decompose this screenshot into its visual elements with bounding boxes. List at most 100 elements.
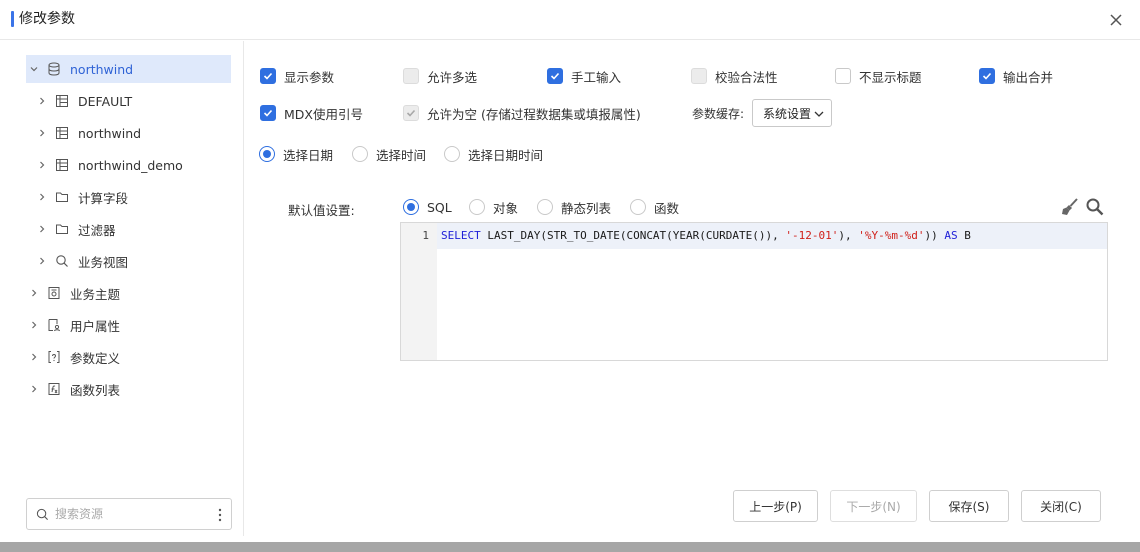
modify-parameter-dialog: 修改参数 northwind DEFAULT northwind northwi… <box>0 0 1140 542</box>
checkbox-checked-icon <box>260 68 276 84</box>
resource-tree-panel: northwind DEFAULT northwind northwind_de… <box>0 41 244 536</box>
checkbox-disabled-icon <box>691 68 707 84</box>
allow-empty-checkbox[interactable]: 允许为空 (存储过程数据集或填报属性) <box>403 103 641 123</box>
default-value-radio-object[interactable]: 对象 <box>469 197 518 217</box>
chevron-right-icon[interactable] <box>28 319 40 331</box>
hide-title-checkbox[interactable]: 不显示标题 <box>835 66 922 86</box>
chevron-right-icon[interactable] <box>28 287 40 299</box>
tree-item-label: 用户属性 <box>70 318 121 334</box>
chevron-down-icon[interactable] <box>28 63 40 75</box>
chevron-right-icon[interactable] <box>36 191 48 203</box>
tree-item-default[interactable]: DEFAULT <box>36 87 132 115</box>
default-value-option-label: 静态列表 <box>561 200 612 216</box>
chevron-right-icon[interactable] <box>36 127 48 139</box>
default-value-label: 默认值设置: <box>288 203 355 218</box>
tree-item-business-topics[interactable]: 业务主题 <box>28 279 120 307</box>
prev-step-button[interactable]: 上一步(P) <box>733 490 818 522</box>
date-mode-radio-time[interactable]: 选择时间 <box>352 144 426 164</box>
function-list-icon <box>46 381 62 397</box>
chevron-down-icon <box>814 111 824 117</box>
radio-unchecked-icon <box>444 146 460 162</box>
merge-output-checkbox[interactable]: 输出合并 <box>979 66 1053 86</box>
tree-item-label: DEFAULT <box>78 93 133 109</box>
folder-icon <box>54 221 70 237</box>
param-def-icon <box>46 349 62 365</box>
radio-unchecked-icon <box>537 199 553 215</box>
chevron-right-icon[interactable] <box>36 255 48 267</box>
radio-unchecked-icon <box>630 199 646 215</box>
tree-item-business-views[interactable]: 业务视图 <box>36 247 128 275</box>
date-mode-label: 选择时间 <box>376 147 427 163</box>
date-mode-label: 选择日期时间 <box>468 147 544 163</box>
user-attr-icon <box>46 317 62 333</box>
merge-output-label: 输出合并 <box>1003 69 1054 85</box>
close-icon[interactable] <box>1107 11 1125 29</box>
table-icon <box>54 93 70 109</box>
title-accent-bar <box>11 11 14 27</box>
checkbox-disabled-checked-icon <box>403 105 419 121</box>
brush-icon[interactable] <box>1060 197 1080 217</box>
default-value-radio-function[interactable]: 函数 <box>630 197 679 217</box>
tree-item-user-attributes[interactable]: 用户属性 <box>28 311 120 339</box>
tree-item-label: 函数列表 <box>70 382 121 398</box>
tree-item-calculated-fields[interactable]: 计算字段 <box>36 183 128 211</box>
validate-checkbox[interactable]: 校验合法性 <box>691 66 778 86</box>
checkbox-checked-icon <box>547 68 563 84</box>
radio-unchecked-icon <box>352 146 368 162</box>
date-mode-radio-datetime[interactable]: 选择日期时间 <box>444 144 543 164</box>
tree-item-label: northwind_demo <box>78 157 183 173</box>
date-mode-label: 选择日期 <box>283 147 334 163</box>
mdx-quote-checkbox[interactable]: MDX使用引号 <box>260 103 363 123</box>
next-step-button[interactable]: 下一步(N) <box>830 490 917 522</box>
line-number: 1 <box>422 229 429 242</box>
tree-item-northwind-demo[interactable]: northwind_demo <box>36 151 183 179</box>
sql-code-line[interactable]: SELECT LAST_DAY(STR_TO_DATE(CONCAT(YEAR(… <box>441 229 971 242</box>
radio-checked-icon <box>403 199 419 215</box>
chevron-right-icon[interactable] <box>36 159 48 171</box>
window-bottom-bar <box>0 542 1140 552</box>
param-cache-select[interactable]: 系统设置 <box>752 99 832 127</box>
tree-item-parameter-definitions[interactable]: 参数定义 <box>28 343 120 371</box>
radio-unchecked-icon <box>469 199 485 215</box>
checkbox-checked-icon <box>260 105 276 121</box>
tree-item-label: northwind <box>70 61 134 77</box>
hide-title-label: 不显示标题 <box>859 69 922 85</box>
tree-item-northwind[interactable]: northwind <box>36 119 141 147</box>
validate-label: 校验合法性 <box>715 69 778 85</box>
allow-multi-checkbox[interactable]: 允许多选 <box>403 66 477 86</box>
chevron-right-icon[interactable] <box>36 223 48 235</box>
show-param-label: 显示参数 <box>284 69 335 85</box>
default-value-radio-sql[interactable]: SQL <box>403 197 452 217</box>
allow-empty-label: 允许为空 (存储过程数据集或填报属性) <box>427 106 641 122</box>
show-param-checkbox[interactable]: 显示参数 <box>260 66 334 86</box>
default-value-option-label: 函数 <box>654 200 680 216</box>
table-icon <box>54 125 70 141</box>
save-button[interactable]: 保存(S) <box>929 490 1009 522</box>
topic-icon <box>46 285 62 301</box>
param-cache-label: 参数缓存: <box>692 107 745 121</box>
param-cache-value: 系统设置 <box>763 106 812 121</box>
search-icon[interactable] <box>1085 197 1105 217</box>
checkbox-disabled-icon <box>403 68 419 84</box>
date-mode-radio-date[interactable]: 选择日期 <box>259 144 333 164</box>
close-button[interactable]: 关闭(C) <box>1021 490 1101 522</box>
tree-item-filters[interactable]: 过滤器 <box>36 215 116 243</box>
chevron-right-icon[interactable] <box>28 351 40 363</box>
default-value-option-label: 对象 <box>493 200 519 216</box>
resource-search-box[interactable] <box>26 498 232 530</box>
tree-item-northwind-root[interactable]: northwind <box>26 55 231 83</box>
tree-item-label: 过滤器 <box>78 222 116 238</box>
mdx-quote-label: MDX使用引号 <box>284 106 363 122</box>
manual-input-checkbox[interactable]: 手工输入 <box>547 66 621 86</box>
tree-item-function-list[interactable]: 函数列表 <box>28 375 120 403</box>
chevron-right-icon[interactable] <box>36 95 48 107</box>
table-icon <box>54 157 70 173</box>
more-vertical-icon[interactable] <box>217 507 223 523</box>
chevron-right-icon[interactable] <box>28 383 40 395</box>
database-icon <box>46 61 62 77</box>
search-icon <box>36 508 49 520</box>
sql-editor[interactable]: 1 SELECT LAST_DAY(STR_TO_DATE(CONCAT(YEA… <box>400 222 1108 361</box>
resource-search-input[interactable] <box>55 507 205 521</box>
default-value-radio-static-list[interactable]: 静态列表 <box>537 197 611 217</box>
checkbox-unchecked-icon <box>835 68 851 84</box>
